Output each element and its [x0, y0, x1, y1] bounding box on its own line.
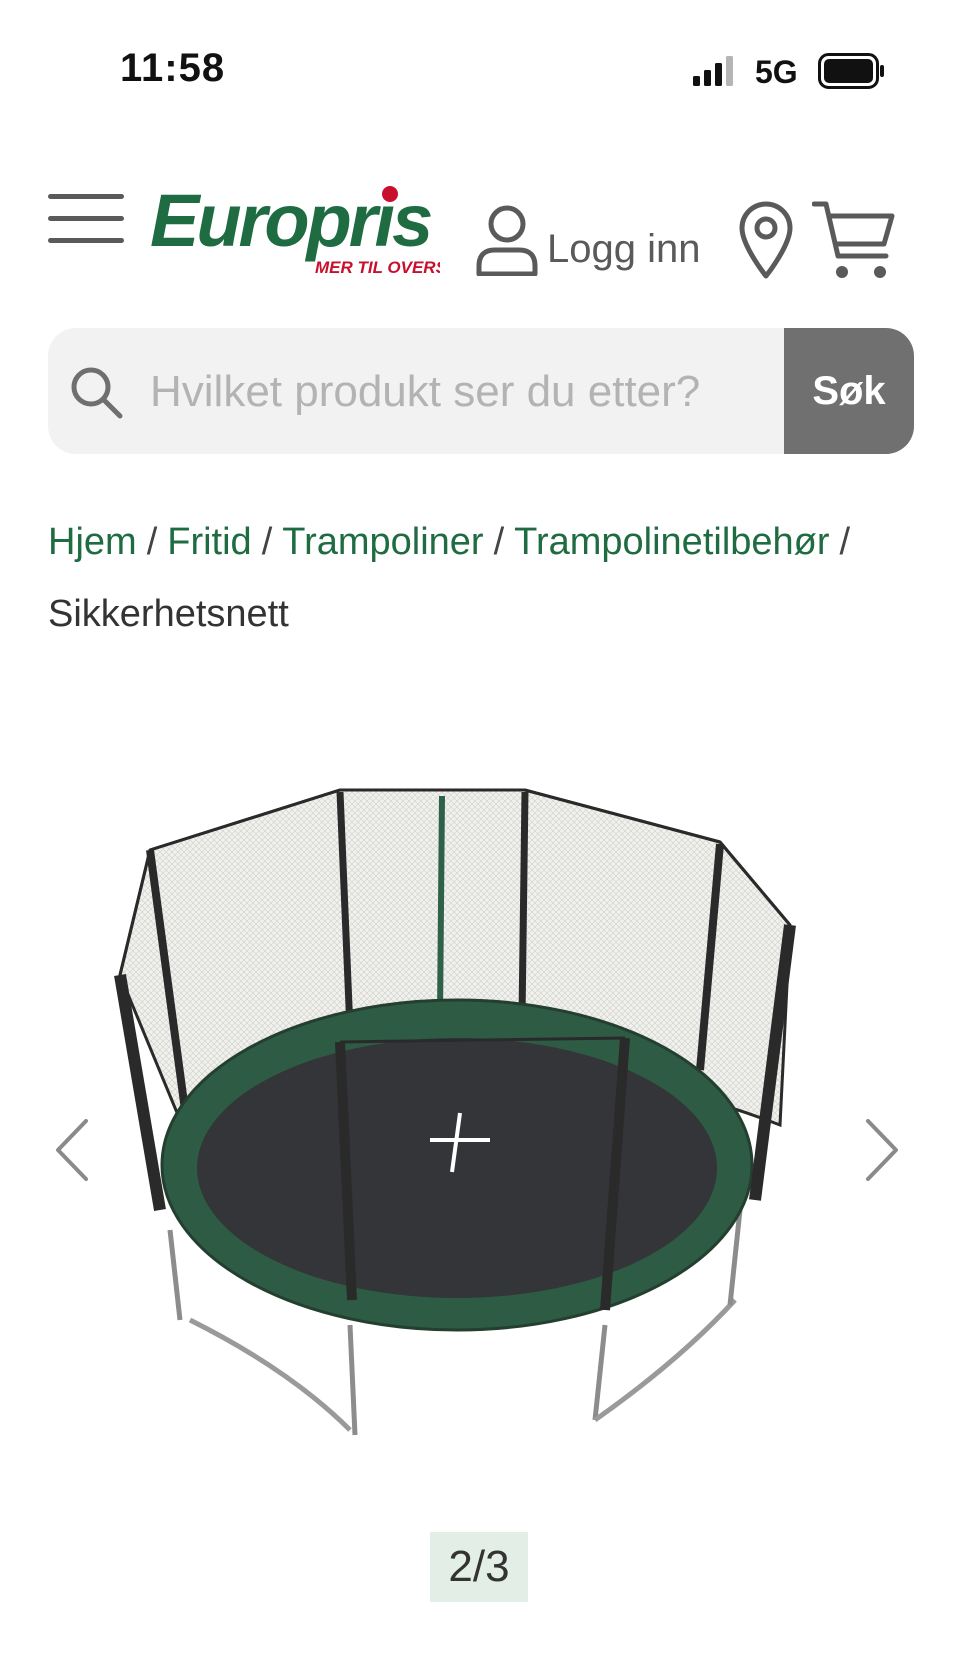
- battery-icon: [818, 53, 884, 89]
- breadcrumb-separator: /: [146, 521, 158, 563]
- hamburger-menu-icon[interactable]: [48, 190, 128, 250]
- location-pin-icon[interactable]: [736, 200, 796, 280]
- chevron-left-icon[interactable]: [50, 1115, 94, 1185]
- breadcrumb-current: Sikkerhetsnett: [48, 593, 289, 635]
- search-bar: Søk: [48, 328, 914, 454]
- breadcrumb-link-trampoliner[interactable]: Trampoliner: [282, 521, 483, 563]
- login-label: Logg inn: [547, 226, 701, 271]
- trampoline-safety-net-image[interactable]: [100, 780, 860, 1480]
- user-icon: [476, 205, 538, 276]
- search-input[interactable]: [148, 348, 792, 436]
- breadcrumb-separator: /: [839, 521, 851, 563]
- network-type: 5G: [755, 54, 798, 90]
- breadcrumb-separator: /: [493, 521, 505, 563]
- breadcrumb-link-fritid[interactable]: Fritid: [167, 521, 251, 563]
- image-counter: 2/3: [430, 1532, 528, 1602]
- europris-logo[interactable]: Europris MER TIL OVERS: [150, 180, 440, 280]
- status-time: 11:58: [120, 46, 226, 90]
- cellular-signal-icon: [693, 56, 733, 86]
- breadcrumb: Hjem / Fritid / Trampoliner / Trampolinetilbeh…: [48, 506, 918, 650]
- breadcrumb-link-trampolinetilbehor[interactable]: Trampolinetilbehør: [514, 521, 829, 563]
- svg-text:MER TIL OVERS: MER TIL OVERS: [315, 258, 440, 277]
- login-link[interactable]: Logg inn: [475, 200, 700, 280]
- status-bar: 11:58 5G: [0, 0, 960, 140]
- site-header: Europris MER TIL OVERS Logg inn: [0, 180, 960, 290]
- search-button[interactable]: Søk: [784, 328, 914, 454]
- chevron-right-icon[interactable]: [860, 1115, 904, 1185]
- shopping-cart-icon[interactable]: [812, 198, 896, 282]
- search-icon: [71, 367, 123, 419]
- breadcrumb-separator: /: [261, 521, 273, 563]
- breadcrumb-link-hjem[interactable]: Hjem: [48, 521, 137, 563]
- product-gallery: [0, 760, 960, 1520]
